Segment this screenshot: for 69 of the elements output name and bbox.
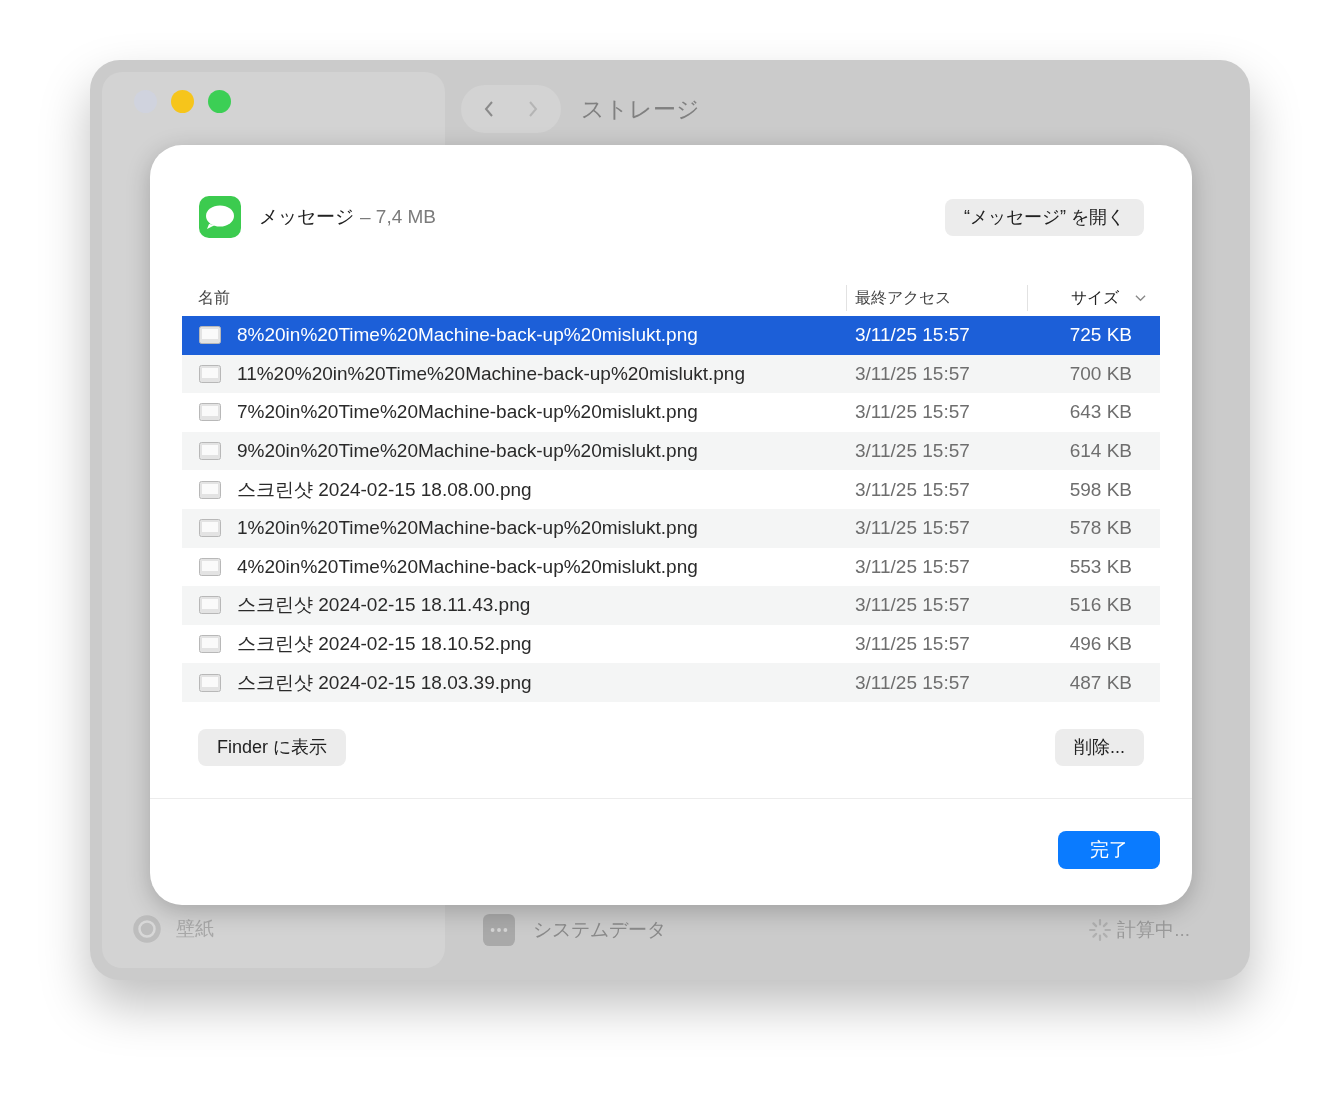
app-name: メッセージ [259, 205, 354, 229]
spinner-icon [1089, 919, 1112, 941]
file-name: 4%20in%20Time%20Machine-back-up%20mislukt.png [237, 555, 699, 578]
last-access-date: 3/11/25 15:57 [855, 594, 971, 617]
window-title: ストレージ [581, 94, 700, 124]
file-thumbnail-icon [199, 557, 221, 576]
last-access-date: 3/11/25 15:57 [855, 517, 971, 540]
forward-icon[interactable] [527, 99, 539, 119]
file-row[interactable]: 9%20in%20Time%20Machine-back-up%20mislukt.png 3/11/25 15:57 614 KB [182, 431, 1160, 471]
file-row[interactable]: 1%20in%20Time%20Machine-back-up%20mislukt.png 3/11/25 15:57 578 KB [182, 508, 1160, 548]
speech-bubble-icon [199, 196, 241, 238]
last-access-date: 3/11/25 15:57 [855, 633, 971, 656]
last-access-date: 3/11/25 15:57 [855, 362, 971, 385]
open-app-button[interactable]: “メッセージ” を開く [945, 198, 1144, 236]
file-size: 725 KB [1068, 324, 1133, 347]
chevron-down-icon[interactable] [1135, 294, 1146, 302]
file-thumbnail-icon [199, 480, 221, 499]
file-name: 스크린샷 2024-02-15 18.03.39.png [237, 670, 533, 695]
file-name: 9%20in%20Time%20Machine-back-up%20mislukt.png [237, 440, 699, 463]
dots-icon [483, 914, 515, 946]
file-size: 496 KB [1068, 633, 1133, 656]
file-thumbnail-icon [199, 403, 221, 422]
file-thumbnail-icon [199, 326, 221, 345]
file-row[interactable]: 11%20%20in%20Time%20Machine-back-up%20mislukt.png 3/11/25 15:57 700 KB [182, 354, 1160, 394]
file-row[interactable]: 스크린샷 2024-02-15 18.10.52.png 3/11/25 15:57 496 KB [182, 624, 1160, 664]
file-name: 8%20in%20Time%20Machine-back-up%20mislukt.png [237, 324, 699, 347]
column-header[interactable]: 名前 [198, 287, 230, 309]
file-row[interactable]: 스크린샷 2024-02-15 18.08.00.png 3/11/25 15:57 598 KB [182, 470, 1160, 509]
file-row[interactable]: 7%20in%20Time%20Machine-back-up%20mislukt.png 3/11/25 15:57 643 KB [182, 393, 1160, 432]
file-name: 스크린샷 2024-02-15 18.08.00.png [237, 477, 533, 502]
last-access-date: 3/11/25 15:57 [855, 671, 971, 694]
file-size: 487 KB [1068, 671, 1133, 694]
file-size: 700 KB [1068, 362, 1133, 385]
file-name: 스크린샷 2024-02-15 18.10.52.png [237, 632, 533, 657]
file-row[interactable]: 4%20in%20Time%20Machine-back-up%20mislukt.png 3/11/25 15:57 553 KB [182, 547, 1160, 587]
file-thumbnail-icon [199, 364, 221, 383]
file-thumbnail-icon [199, 442, 221, 461]
category-name: システムデータ [533, 918, 667, 942]
file-thumbnail-icon [199, 673, 221, 692]
file-name: 11%20%20in%20Time%20Machine-back-up%20mislukt.png [237, 362, 746, 385]
last-access-date: 3/11/25 15:57 [855, 401, 971, 424]
file-size: 578 KB [1068, 517, 1133, 540]
file-row[interactable]: 스크린샷 2024-02-15 18.03.39.png 3/11/25 15:57 487 KB [182, 663, 1160, 702]
zoom-icon[interactable] [208, 90, 231, 113]
file-size: 614 KB [1068, 440, 1133, 463]
last-access-date: 3/11/25 15:57 [855, 440, 971, 463]
delete-button[interactable]: 削除... [1055, 728, 1144, 766]
last-access-date: 3/11/25 15:57 [855, 324, 971, 347]
file-thumbnail-icon [199, 519, 221, 538]
back-icon[interactable] [483, 99, 495, 119]
file-size: 553 KB [1068, 555, 1133, 578]
file-row[interactable]: 스크린샷 2024-02-15 18.11.43.png 3/11/25 15:57 516 KB [182, 586, 1160, 625]
minimize-icon[interactable] [171, 90, 194, 113]
file-thumbnail-icon [199, 596, 221, 615]
file-name: 1%20in%20Time%20Machine-back-up%20mislukt.png [237, 517, 699, 540]
file-name: 스크린샷 2024-02-15 18.11.43.png [237, 593, 532, 618]
file-size: 643 KB [1068, 401, 1133, 424]
show-in-finder-button[interactable]: Finder に表示 [198, 728, 347, 766]
file-size: 516 KB [1068, 594, 1133, 617]
last-access-date: 3/11/25 15:57 [855, 555, 971, 578]
last-access-date: 3/11/25 15:57 [855, 478, 971, 501]
file-row[interactable]: 8%20in%20Time%20Machine-back-up%20mislukt.png 3/11/25 15:57 725 KB [182, 316, 1160, 355]
app-size: – 7,4 MB [360, 206, 437, 228]
column-header[interactable]: 最終アクセス [855, 287, 951, 309]
done-button[interactable]: 完了 [1058, 830, 1160, 869]
file-name: 7%20in%20Time%20Machine-back-up%20mislukt.png [237, 401, 699, 424]
file-thumbnail-icon [199, 635, 221, 654]
file-size: 598 KB [1068, 478, 1133, 501]
column-header[interactable]: サイズ [1071, 287, 1119, 309]
